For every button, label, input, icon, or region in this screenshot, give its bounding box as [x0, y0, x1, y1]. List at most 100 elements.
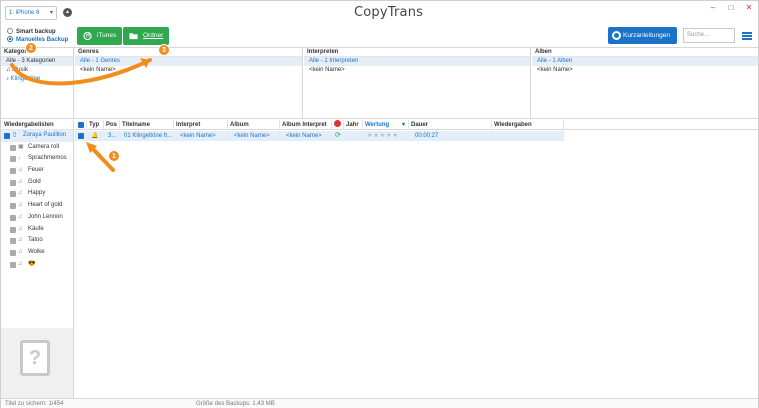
- itunes-icon: [83, 32, 92, 40]
- playlist-icon: ♫: [18, 213, 23, 220]
- artist-item[interactable]: <kein Name>: [304, 66, 530, 75]
- checkbox[interactable]: [10, 261, 16, 268]
- itunes-button[interactable]: iTunes: [77, 27, 122, 45]
- folder-label: Ordner: [143, 32, 164, 39]
- row-duration: 00:00:27: [415, 133, 439, 139]
- row-artist: <kein Name>: [180, 133, 216, 139]
- unknown-file-icon: ?: [20, 340, 50, 376]
- status-bar: Titel zu sichern: 1/454 Größe des Backup…: [1, 398, 758, 408]
- table-row[interactable]: 🔔 3... 01 Klingeltöne fr... <kein Name> …: [75, 131, 564, 141]
- checkbox[interactable]: [4, 133, 10, 139]
- col-artist[interactable]: Interpret: [174, 120, 228, 130]
- checkbox[interactable]: [10, 144, 16, 151]
- playlist-label: Camera roll: [28, 143, 60, 150]
- genre-item[interactable]: Alle - 1 Genres: [75, 57, 302, 66]
- col-pos[interactable]: Pos: [104, 120, 120, 130]
- playlist-label: Gold: [28, 178, 41, 185]
- artists-panel: Interpreten Alle - 1 Interpreten <kein N…: [304, 48, 531, 118]
- device-playlist-item[interactable]: ▯ Zoraya Paulilion: [1, 130, 73, 142]
- row-album-artist: <kein Name>: [286, 133, 322, 139]
- col-rating[interactable]: Wertung ▾: [363, 120, 409, 130]
- col-plays[interactable]: Wiedergaben: [492, 120, 564, 130]
- col-album[interactable]: Album: [228, 120, 280, 130]
- playlist-label: Tatoo: [28, 237, 43, 244]
- checkbox[interactable]: [10, 226, 16, 233]
- album-item[interactable]: Alle - 1 Alben: [532, 57, 758, 66]
- playlist-item[interactable]: ♫ Gold: [1, 177, 73, 189]
- category-item[interactable]: ♫ Musik: [1, 66, 73, 75]
- playlist-item[interactable]: ♫ Wolke: [1, 247, 73, 259]
- callout-2: 2: [25, 42, 37, 54]
- playlist-icon: ♫: [18, 202, 23, 209]
- artists-header: Interpreten: [304, 48, 530, 57]
- titles-to-backup: Titel zu sichern: 1/454: [5, 401, 64, 407]
- close-button[interactable]: ✕: [743, 3, 755, 12]
- playlist-label: Happy: [28, 190, 46, 197]
- category-item[interactable]: ♪ Klingeltöne: [1, 75, 73, 84]
- category-item[interactable]: Alle - 3 Kategorien: [1, 57, 73, 66]
- quick-guide-button[interactable]: Kurzanleitungen: [608, 27, 677, 44]
- playlist-item[interactable]: ♫ Käufe: [1, 224, 73, 236]
- genre-item[interactable]: <kein Name>: [75, 66, 302, 75]
- folder-button[interactable]: Ordner: [123, 27, 169, 45]
- checkbox[interactable]: [10, 179, 16, 186]
- albums-panel: Alben Alle - 1 Alben <kein Name>: [532, 48, 758, 118]
- playlist-label: 😎: [28, 260, 36, 267]
- checkbox[interactable]: [10, 214, 16, 221]
- genres-panel: Genres Alle - 1 Genres <kein Name>: [75, 48, 303, 118]
- playlist-item[interactable]: ♫ Heart of gold: [1, 200, 73, 212]
- checkbox[interactable]: [10, 203, 16, 210]
- smart-backup-radio[interactable]: Smart backup: [7, 28, 56, 35]
- playlist-label: Feuer: [28, 167, 44, 174]
- playlist-item[interactable]: ♫ John Lennon: [1, 212, 73, 224]
- hamburger-menu-icon[interactable]: [742, 32, 752, 40]
- checkbox[interactable]: [10, 156, 16, 163]
- minimize-button[interactable]: –: [707, 3, 719, 12]
- smart-backup-label: Smart backup: [16, 29, 56, 35]
- row-checkbox[interactable]: [75, 131, 87, 141]
- col-year[interactable]: Jahr: [344, 120, 363, 130]
- playlist-item[interactable]: ♫ Feuer: [1, 165, 73, 177]
- title-bar: 1: iPhone 6 ▾ ▲ CopyTrans – □ ✕: [1, 1, 758, 25]
- checkbox[interactable]: [10, 191, 16, 198]
- playlist-item[interactable]: ♫ 😎: [1, 259, 73, 271]
- playlist-item[interactable]: ♫ Happy: [1, 188, 73, 200]
- genres-header: Genres: [75, 48, 302, 57]
- col-type[interactable]: Typ: [87, 120, 104, 130]
- playlist-item[interactable]: ♩ Sprachmemos: [1, 153, 73, 165]
- playlist-item[interactable]: ♫ Tatoo: [1, 235, 73, 247]
- col-album-artist[interactable]: Album Interpret: [280, 120, 332, 130]
- playlist-icon: ♫: [18, 248, 23, 255]
- table-header: Typ Pos Titelname Interpret Album Album …: [75, 120, 758, 130]
- album-item[interactable]: <kein Name>: [532, 66, 758, 75]
- sync-status-icon: [334, 120, 341, 127]
- device-select[interactable]: 1: iPhone 6 ▾: [5, 6, 57, 20]
- callout-1: 1: [108, 150, 120, 162]
- select-all-checkbox[interactable]: [75, 120, 87, 130]
- playlist-icon: ♫: [18, 237, 23, 244]
- maximize-button[interactable]: □: [725, 3, 737, 12]
- playlist-icon: ♫: [18, 167, 23, 174]
- ringtone-type-icon: 🔔: [91, 133, 99, 139]
- playlist-item[interactable]: ▣ Camera roll: [1, 142, 73, 154]
- lifebuoy-icon: [612, 31, 621, 40]
- checkbox[interactable]: [10, 249, 16, 256]
- artist-item[interactable]: Alle - 1 Interpreten: [304, 57, 530, 66]
- backup-size: Größe des Backups: 1.43 MB: [196, 401, 275, 407]
- search-input[interactable]: Suche...: [683, 28, 735, 43]
- playlist-label: Wolke: [28, 248, 45, 255]
- device-name: Zoraya Paulilion: [23, 132, 67, 138]
- col-sync[interactable]: [332, 120, 344, 130]
- manual-backup-radio[interactable]: Manuelles Backup: [7, 36, 68, 43]
- row-rating[interactable]: ★★★★★: [365, 131, 409, 141]
- checkbox[interactable]: [10, 238, 16, 245]
- eject-icon[interactable]: ▲: [63, 8, 72, 17]
- col-title[interactable]: Titelname: [120, 120, 174, 130]
- categories-header: Kategorien: [1, 48, 73, 57]
- col-duration[interactable]: Dauer: [409, 120, 492, 130]
- checkbox[interactable]: [10, 168, 16, 175]
- playlist-icon: ♫: [18, 178, 23, 185]
- folder-icon: [129, 33, 138, 40]
- chevron-down-icon: ▾: [401, 122, 405, 128]
- app-window: 1: iPhone 6 ▾ ▲ CopyTrans – □ ✕ Smart ba…: [0, 0, 759, 408]
